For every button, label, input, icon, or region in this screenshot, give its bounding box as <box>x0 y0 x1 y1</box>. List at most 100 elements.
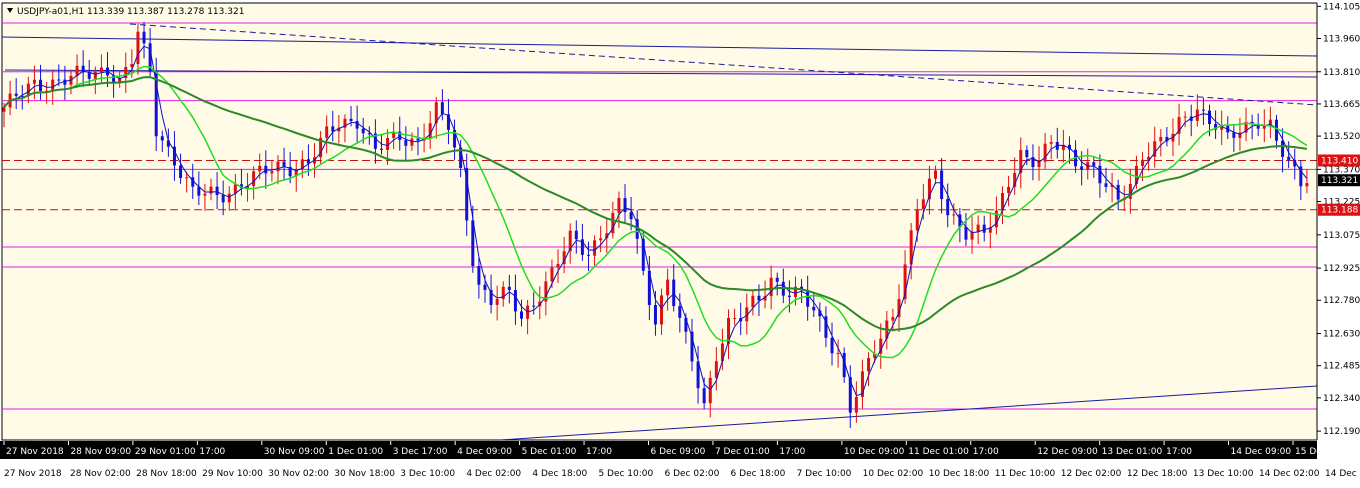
candle-body <box>623 198 627 213</box>
candle-body <box>258 165 262 172</box>
price-tag-label: 113.321 <box>1321 176 1358 186</box>
candle-body <box>550 267 554 282</box>
x-tick-label: 29 Nov 01:00 <box>135 447 196 457</box>
candle-body <box>775 277 779 282</box>
y-tick-label: 112.780 <box>1323 296 1360 306</box>
candle-body <box>507 286 511 291</box>
candle-body <box>361 128 365 134</box>
candle-body <box>806 290 810 307</box>
candle-body <box>976 224 980 232</box>
x-tick-label: 30 Nov 18:00 <box>334 469 395 479</box>
x-tick-label: 27 Nov 2018 <box>6 447 64 457</box>
candle-body <box>867 358 871 372</box>
candle-body <box>63 79 67 85</box>
candle-body <box>410 138 414 146</box>
candle-body <box>666 279 670 296</box>
x-tick-label: 27 Nov 2018 <box>4 469 62 479</box>
candle-body <box>331 126 335 132</box>
candle-body <box>599 238 603 241</box>
candle-body <box>854 396 858 413</box>
x-tick-label: 17:00 <box>1166 447 1192 457</box>
x-tick-label: 5 Dec 10:00 <box>598 469 653 479</box>
candle-body <box>1092 162 1096 166</box>
candle-body <box>99 67 103 72</box>
candle-body <box>556 264 560 268</box>
x-tick-label: 14 Dec 18:00 <box>1325 469 1360 479</box>
candle-body <box>355 121 359 129</box>
candle-body <box>2 107 6 112</box>
candle-body <box>678 306 682 318</box>
candle-body <box>708 377 712 404</box>
chart-area[interactable]: 114.105 113.960 113.810 113.665 113.520 113.3… <box>0 0 1360 485</box>
candle-body <box>203 193 207 196</box>
x-tick-label: 12 Dec 18:00 <box>1127 469 1188 479</box>
x-tick-label: 6 Dec 09:00 <box>651 447 706 457</box>
candle-body <box>520 311 524 319</box>
price-chart[interactable]: 114.105 113.960 113.810 113.665 113.520 113.3… <box>0 0 1360 485</box>
x-tick-label: 7 Dec 10:00 <box>797 469 852 479</box>
candle-body <box>483 284 487 290</box>
candle-body <box>93 71 97 79</box>
x-tick-label: 1 Dec 01:00 <box>328 447 383 457</box>
x-tick-label: 28 Nov 02:00 <box>70 469 131 479</box>
x-tick-label: 13 Dec 10:00 <box>1193 469 1254 479</box>
x-tick-label: 3 Dec 10:00 <box>400 469 455 479</box>
y-tick-label: 113.665 <box>1323 100 1360 110</box>
y-tick-label: 113.370 <box>1323 165 1360 175</box>
x-tick-label: 14 Dec 02:00 <box>1259 469 1320 479</box>
y-tick-label: 113.520 <box>1323 132 1360 142</box>
candle-body <box>714 361 718 378</box>
candle-body <box>1207 110 1211 125</box>
candle-body <box>757 295 761 301</box>
candle-body <box>32 79 36 84</box>
candle-body <box>325 126 329 138</box>
x-tick-label: 4 Dec 02:00 <box>466 469 521 479</box>
x-tick-label: 28 Nov 09:00 <box>70 447 131 457</box>
y-tick-label: 113.960 <box>1323 34 1360 44</box>
candle-body <box>386 137 390 150</box>
candle-body <box>416 138 420 141</box>
candle-body <box>1104 183 1108 187</box>
chart-title: USDJPY-a01,H1 113.339 113.387 113.278 11… <box>17 7 244 17</box>
y-tick-label: 112.340 <box>1323 394 1360 404</box>
candle-body <box>946 199 950 216</box>
candle-body <box>830 337 834 354</box>
candle-body <box>221 194 225 203</box>
x-tick-label: 29 Nov 10:00 <box>202 469 263 479</box>
candle-body <box>1281 140 1285 157</box>
x-tick-label: 3 Dec 17:00 <box>393 447 448 457</box>
candle-body <box>1007 186 1011 194</box>
candle-body <box>349 118 353 122</box>
y-tick-label: 112.630 <box>1323 330 1360 340</box>
candle-body <box>136 31 140 64</box>
candle-body <box>702 388 706 404</box>
x-tick-label: 4 Dec 09:00 <box>457 447 512 457</box>
price-tag-label: 113.188 <box>1321 206 1358 216</box>
x-tick-label: 10 Dec 02:00 <box>863 469 924 479</box>
x-tick-label: 15 Dec 0 <box>1295 447 1336 457</box>
candle-body <box>1116 184 1120 200</box>
candle-body <box>270 171 274 174</box>
x-tick-label: 17:00 <box>199 447 225 457</box>
candle-body <box>952 214 956 216</box>
candle-body <box>276 161 280 172</box>
candle-body <box>209 186 213 194</box>
candle-body <box>160 136 164 141</box>
x-tick-label: 6 Dec 18:00 <box>731 469 786 479</box>
candle-body <box>934 170 938 179</box>
candle-body <box>1025 149 1029 158</box>
x-tick-label: 10 Dec 18:00 <box>929 469 990 479</box>
candle-body <box>179 165 183 179</box>
candle-body <box>87 72 91 79</box>
y-tick-label: 114.105 <box>1323 2 1360 12</box>
candle-body <box>1305 183 1309 187</box>
x-tick-label: 11 Dec 10:00 <box>995 469 1056 479</box>
candle-body <box>477 266 481 285</box>
candle-body <box>1183 116 1187 118</box>
candle-body <box>1098 165 1102 184</box>
candle-body <box>921 199 925 210</box>
candle-body <box>227 193 231 203</box>
x-tick-label: 17:00 <box>586 447 612 457</box>
candle-body <box>915 209 919 231</box>
price-tag-label: 113.410 <box>1321 156 1358 166</box>
